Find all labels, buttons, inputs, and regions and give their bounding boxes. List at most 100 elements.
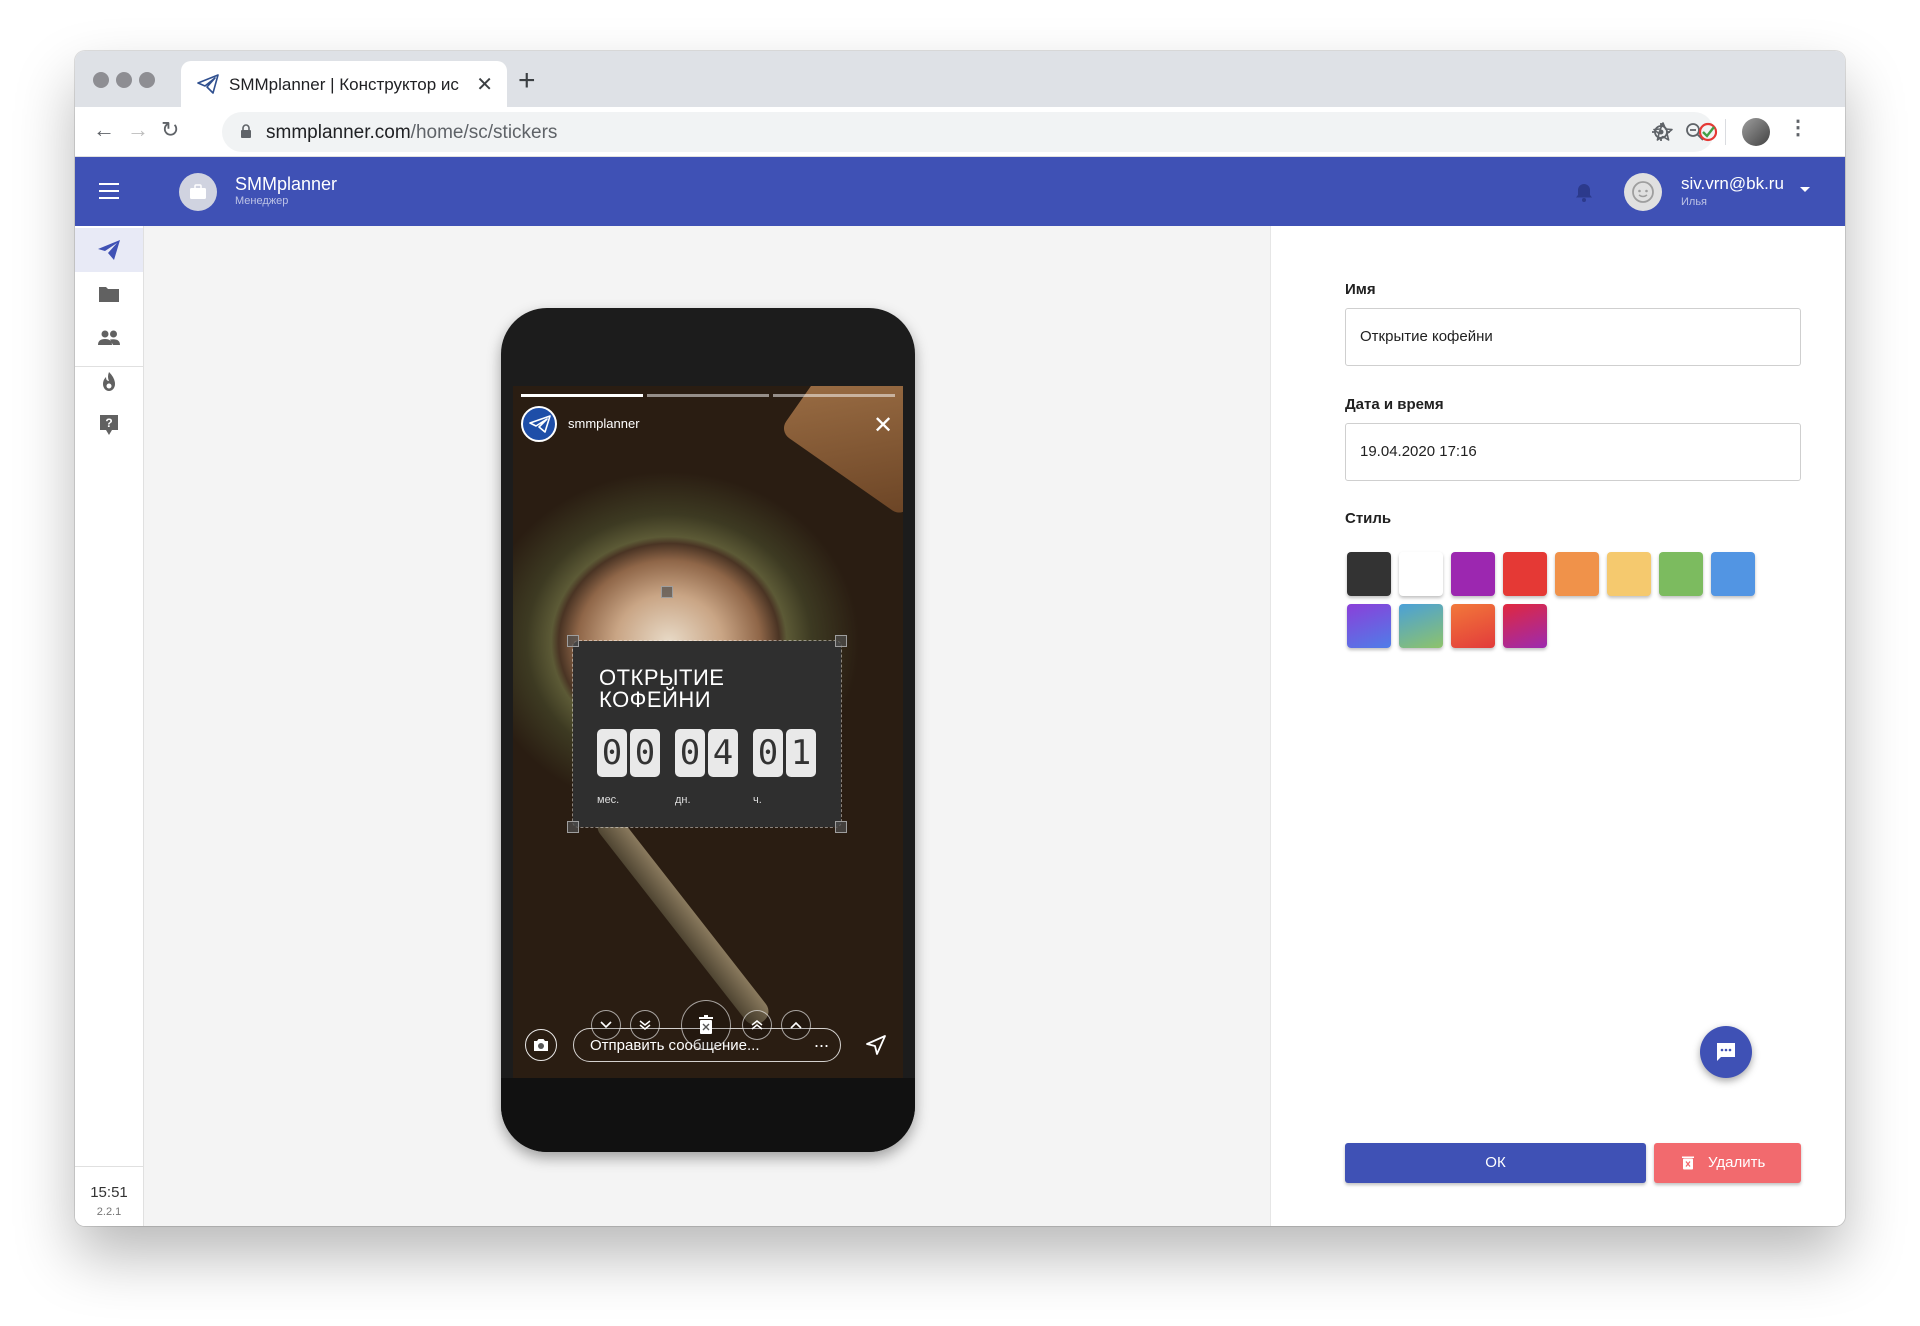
move-bottom-button[interactable] xyxy=(630,1010,660,1040)
people-icon xyxy=(98,330,120,345)
story-close-icon[interactable]: ✕ xyxy=(873,411,893,440)
swatch-red[interactable] xyxy=(1503,552,1547,596)
sticker-title: ОТКРЫТИЕ КОФЕЙНИ xyxy=(599,665,725,712)
app-header: SMMplanner Менеджер siv.vrn@bk.ru Илья xyxy=(75,157,1845,226)
sidebar-divider xyxy=(75,1166,143,1167)
lock-icon xyxy=(241,124,251,138)
toolbar-divider xyxy=(1725,119,1726,145)
tab-title: SMMplanner | Конструктор ис xyxy=(229,75,459,94)
background-spoon xyxy=(592,808,774,1030)
unit-months: мес. xyxy=(597,794,620,806)
resize-handle[interactable] xyxy=(661,586,673,598)
chevron-down-icon[interactable] xyxy=(1800,187,1810,192)
move-down-button[interactable] xyxy=(591,1010,621,1040)
phone-preview: smmplanner ✕ ОТКРЫТИЕ КОФЕЙНИ 0 0 0 4 0 … xyxy=(501,308,915,1152)
face-icon xyxy=(1632,181,1654,203)
swatch-yellow[interactable] xyxy=(1607,552,1651,596)
delete-button[interactable]: Удалить xyxy=(1654,1143,1801,1183)
move-up-button[interactable] xyxy=(781,1010,811,1040)
browser-tab[interactable]: SMMplanner | Конструктор ис ✕ xyxy=(181,61,507,107)
profile-avatar[interactable] xyxy=(1742,118,1770,146)
story-progress-segment xyxy=(521,394,643,397)
send-icon xyxy=(98,240,120,260)
back-icon[interactable]: ← xyxy=(93,117,115,143)
folder-icon xyxy=(99,287,119,302)
forward-icon[interactable]: → xyxy=(127,117,149,143)
swatch-gradient-violet-blue[interactable] xyxy=(1347,604,1391,648)
address-bar[interactable]: smmplanner.com/home/sc/stickers xyxy=(222,112,1714,152)
bookmark-star-icon[interactable] xyxy=(1652,121,1674,143)
sidebar-item-trending[interactable] xyxy=(75,360,143,404)
story-username: smmplanner xyxy=(568,416,640,431)
sidebar-item-posts[interactable] xyxy=(75,228,143,272)
phone-chin xyxy=(501,1078,915,1152)
resize-handle[interactable] xyxy=(835,635,847,647)
swatch-white[interactable] xyxy=(1399,552,1443,596)
reload-icon[interactable]: ↻ xyxy=(161,117,179,143)
user-email[interactable]: siv.vrn@bk.ru xyxy=(1681,174,1784,194)
swatch-orange[interactable] xyxy=(1555,552,1599,596)
chat-icon xyxy=(1717,1043,1735,1061)
style-label: Стиль xyxy=(1345,510,1392,527)
story-avatar xyxy=(521,406,557,442)
tab-close-icon[interactable]: ✕ xyxy=(476,72,493,97)
countdown-digit: 0 xyxy=(753,729,783,777)
url-path: /home/sc/stickers xyxy=(410,122,558,143)
new-tab-icon[interactable]: + xyxy=(518,64,536,98)
menu-icon[interactable] xyxy=(99,183,119,199)
swatch-gradient-red-purple[interactable] xyxy=(1503,604,1547,648)
sidebar-item-help[interactable]: ? xyxy=(75,403,143,447)
datetime-label: Дата и время xyxy=(1345,396,1444,413)
sidebar-item-accounts[interactable] xyxy=(75,316,143,360)
trash-icon xyxy=(1682,1156,1694,1170)
svg-text:?: ? xyxy=(105,416,112,430)
url-text: smmplanner.com/home/sc/stickers xyxy=(266,122,557,144)
unit-days: дн. xyxy=(675,794,691,806)
url-host: smmplanner.com xyxy=(266,122,411,143)
close-window-icon[interactable] xyxy=(93,72,109,88)
move-top-button[interactable] xyxy=(742,1010,772,1040)
fire-icon xyxy=(103,372,115,391)
chat-support-button[interactable] xyxy=(1700,1026,1752,1078)
browser-menu-icon[interactable]: ⋮ xyxy=(1788,115,1808,140)
user-name: Илья xyxy=(1681,196,1708,208)
resize-handle[interactable] xyxy=(835,821,847,833)
countdown-digit: 0 xyxy=(675,729,705,777)
resize-handle[interactable] xyxy=(567,635,579,647)
name-input[interactable]: Открытие кофейни xyxy=(1345,308,1801,366)
chevron-down-icon xyxy=(600,1021,612,1029)
trash-icon xyxy=(699,1015,713,1034)
brand-title: SMMplanner xyxy=(235,174,338,194)
brand-avatar[interactable] xyxy=(179,173,217,211)
delete-sticker-button[interactable] xyxy=(681,1000,731,1050)
swatch-green[interactable] xyxy=(1659,552,1703,596)
minimize-window-icon[interactable] xyxy=(116,72,132,88)
sidebar-item-projects[interactable] xyxy=(75,272,143,316)
double-chevron-down-icon xyxy=(639,1020,651,1030)
maximize-window-icon[interactable] xyxy=(139,72,155,88)
swatch-purple[interactable] xyxy=(1451,552,1495,596)
send-message-icon[interactable] xyxy=(865,1034,887,1056)
app: SMMplanner Менеджер siv.vrn@bk.ru Илья ?… xyxy=(75,157,1845,1226)
extension-icon[interactable] xyxy=(1697,121,1719,143)
resize-handle[interactable] xyxy=(567,821,579,833)
swatch-dark[interactable] xyxy=(1347,552,1391,596)
swatch-gradient-orange-red[interactable] xyxy=(1451,604,1495,648)
help-icon: ? xyxy=(100,415,118,435)
ok-button[interactable]: ОК xyxy=(1345,1143,1646,1183)
double-chevron-up-icon xyxy=(751,1020,763,1030)
countdown-digit: 1 xyxy=(786,729,816,777)
story-progress-segment xyxy=(647,394,769,397)
background-coaster xyxy=(779,386,903,518)
sticker-form-panel: Имя Открытие кофейни Дата и время 19.04.… xyxy=(1270,226,1845,1226)
swatch-gradient-blue-green[interactable] xyxy=(1399,604,1443,648)
datetime-input[interactable]: 19.04.2020 17:16 xyxy=(1345,423,1801,481)
brand-subtitle: Менеджер xyxy=(235,195,289,207)
camera-icon xyxy=(534,1039,548,1051)
camera-button[interactable] xyxy=(525,1029,557,1061)
notifications-bell-icon[interactable] xyxy=(1573,181,1595,203)
countdown-sticker[interactable]: ОТКРЫТИЕ КОФЕЙНИ 0 0 0 4 0 1 мес. дн. ч. xyxy=(572,640,842,828)
user-avatar[interactable] xyxy=(1624,173,1662,211)
swatch-blue[interactable] xyxy=(1711,552,1755,596)
more-icon[interactable]: ... xyxy=(814,1031,829,1052)
